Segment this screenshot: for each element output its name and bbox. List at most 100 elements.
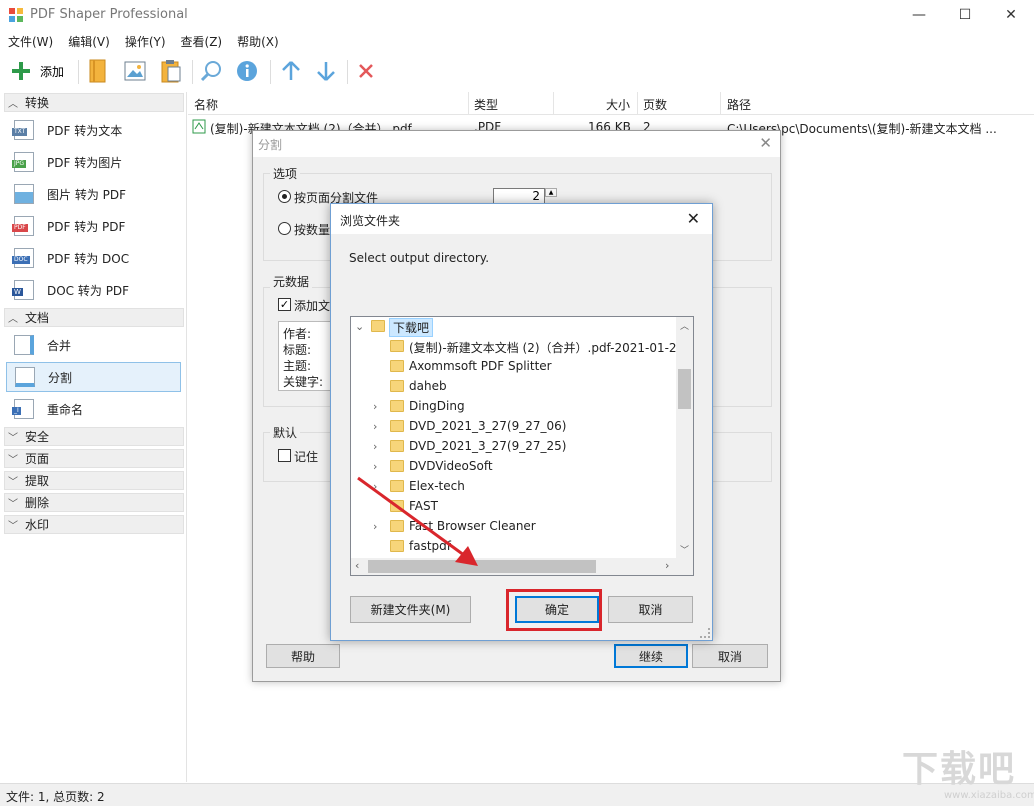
sidebar-item-pdf-to-image[interactable]: JPG PDF 转为图片 xyxy=(6,147,181,177)
chevron-down-icon[interactable]: ﹀ xyxy=(680,543,689,556)
sidebar: ︿ 转换 TXT PDF 转为文本 JPG PDF 转为图片 图片 转为 PDF … xyxy=(0,92,187,782)
tree-item[interactable]: daheb xyxy=(351,377,679,397)
close-button[interactable]: ✕ xyxy=(988,0,1034,30)
browse-dialog-title: 浏览文件夹 xyxy=(340,214,401,228)
folder-icon xyxy=(390,440,404,452)
word-file-icon: W xyxy=(12,280,34,300)
chevron-down-icon: ﹀ xyxy=(8,433,18,444)
folder-icon xyxy=(390,420,404,432)
remember-checkbox[interactable] xyxy=(278,449,291,462)
column-path[interactable]: 路径 xyxy=(727,96,751,113)
toolbar-separator xyxy=(347,60,348,84)
remove-button[interactable] xyxy=(356,57,376,85)
chevron-down-icon: ﹀ xyxy=(8,477,18,488)
category-document[interactable]: ︿ 文档 xyxy=(4,308,184,327)
menu-file[interactable]: 文件(W) xyxy=(0,30,60,52)
category-convert[interactable]: ︿ 转换 xyxy=(4,93,184,112)
column-pages[interactable]: 页数 xyxy=(643,96,667,113)
category-security[interactable]: ﹀ 安全 xyxy=(4,427,184,446)
add-metadata-checkbox[interactable]: ✓ xyxy=(278,298,291,311)
column-type[interactable]: 类型 xyxy=(474,96,498,113)
continue-button[interactable]: 继续 xyxy=(614,644,688,668)
minimize-button[interactable]: — xyxy=(896,0,942,30)
subject-label: 主题: xyxy=(283,359,312,373)
category-extract[interactable]: ﹀ 提取 xyxy=(4,471,184,490)
txt-file-icon: TXT xyxy=(12,120,34,140)
close-icon[interactable]: ✕ xyxy=(687,209,700,228)
move-up-button[interactable] xyxy=(280,57,302,85)
column-name[interactable]: 名称 xyxy=(194,96,218,113)
resize-grip[interactable] xyxy=(700,628,710,638)
split-by-page-radio[interactable] xyxy=(278,190,291,203)
search-icon xyxy=(200,61,221,82)
menu-action[interactable]: 操作(Y) xyxy=(117,30,173,52)
chevron-down-icon: ⌄ xyxy=(355,320,365,333)
split-by-count-radio[interactable] xyxy=(278,222,291,235)
chevron-right-icon: › xyxy=(373,400,378,413)
remember-label: 记住 xyxy=(294,450,319,464)
sidebar-item-merge[interactable]: 合并 xyxy=(6,330,181,360)
arrow-up-icon xyxy=(282,61,300,80)
add-button[interactable]: 添加 xyxy=(10,57,64,85)
book-icon xyxy=(89,59,106,83)
new-folder-button[interactable]: 新建文件夹(M) xyxy=(350,596,471,623)
chevron-right-icon[interactable]: › xyxy=(665,559,669,572)
sidebar-item-pdf-to-text[interactable]: TXT PDF 转为文本 xyxy=(6,115,181,145)
menu-help[interactable]: 帮助(X) xyxy=(229,30,286,52)
tree-item-xiazaiba[interactable]: ⌄ 下载吧 xyxy=(351,317,679,337)
tree-item[interactable]: (复制)-新建文本文档 (2)（合并）.pdf-2021-01-25 xyxy=(351,337,684,357)
info-button[interactable] xyxy=(236,57,258,85)
status-bar: 文件: 1, 总页数: 2 xyxy=(0,783,1034,806)
paste-button[interactable] xyxy=(160,57,182,85)
chevron-down-icon: ﹀ xyxy=(8,499,18,510)
menu-edit[interactable]: 编辑(V) xyxy=(60,30,117,52)
menu-view[interactable]: 查看(Z) xyxy=(173,30,230,52)
jpg-file-icon: JPG xyxy=(12,152,34,172)
image-icon xyxy=(124,61,146,81)
column-size[interactable]: 大小 xyxy=(606,96,630,113)
app-logo-icon xyxy=(9,8,23,22)
close-icon[interactable]: ✕ xyxy=(759,134,772,152)
browse-folder-dialog: 浏览文件夹 ✕ Select output directory. ⌄ 下载吧 (… xyxy=(330,203,713,641)
doc-file-icon: DOC xyxy=(12,248,34,268)
maximize-button[interactable]: ☐ xyxy=(942,0,988,30)
tree-item[interactable]: › DVD_2021_3_27(9_27_25) xyxy=(351,437,679,457)
toolbar: 添加 xyxy=(0,52,1034,92)
toolbar-separator xyxy=(78,60,79,84)
author-label: 作者: xyxy=(283,327,312,341)
title-bar: PDF Shaper Professional — ☐ ✕ xyxy=(0,0,1034,30)
file-list-header: 名称 类型 大小 页数 路径 xyxy=(188,92,1034,115)
cancel-button[interactable]: 取消 xyxy=(692,644,768,668)
open-book-button[interactable] xyxy=(88,57,108,85)
move-down-button[interactable] xyxy=(315,57,337,85)
folder-icon xyxy=(390,380,404,392)
help-button[interactable]: 帮助 xyxy=(266,644,340,668)
category-watermark[interactable]: ﹀ 水印 xyxy=(4,515,184,534)
scroll-corner xyxy=(676,558,693,575)
arrow-down-icon xyxy=(317,62,335,81)
watermark-url: www.xiazaiba.com xyxy=(944,790,1034,801)
tree-item[interactable]: Axommsoft PDF Splitter xyxy=(351,357,679,377)
sidebar-item-rename[interactable]: _I 重命名 xyxy=(6,394,181,424)
folder-icon xyxy=(390,340,404,352)
sidebar-item-pdf-to-doc[interactable]: DOC PDF 转为 DOC xyxy=(6,243,181,273)
stepper-up-icon[interactable]: ▲ xyxy=(545,188,557,197)
merge-doc-icon xyxy=(14,335,34,355)
search-button[interactable] xyxy=(200,57,222,85)
sidebar-item-image-to-pdf[interactable]: 图片 转为 PDF xyxy=(6,179,181,209)
tree-item[interactable]: › DVD_2021_3_27(9_27_06) xyxy=(351,417,679,437)
sidebar-item-pdf-to-pdf[interactable]: PDF PDF 转为 PDF xyxy=(6,211,181,241)
tree-item[interactable]: › DingDing xyxy=(351,397,679,417)
chevron-up-icon[interactable]: ︿ xyxy=(680,319,689,332)
watermark-logo: 下载吧 xyxy=(902,749,1017,790)
category-pages[interactable]: ﹀ 页面 xyxy=(4,449,184,468)
image-button[interactable] xyxy=(124,57,146,85)
scrollbar-thumb[interactable] xyxy=(678,369,691,409)
category-delete[interactable]: ﹀ 删除 xyxy=(4,493,184,512)
sidebar-item-doc-to-pdf[interactable]: W DOC 转为 PDF xyxy=(6,275,181,305)
folder-icon xyxy=(390,400,404,412)
split-doc-icon xyxy=(15,367,35,387)
sidebar-item-split[interactable]: 分割 xyxy=(6,362,181,392)
browse-cancel-button[interactable]: 取消 xyxy=(608,596,693,623)
vertical-scrollbar[interactable]: ︿ ﹀ xyxy=(676,317,693,559)
